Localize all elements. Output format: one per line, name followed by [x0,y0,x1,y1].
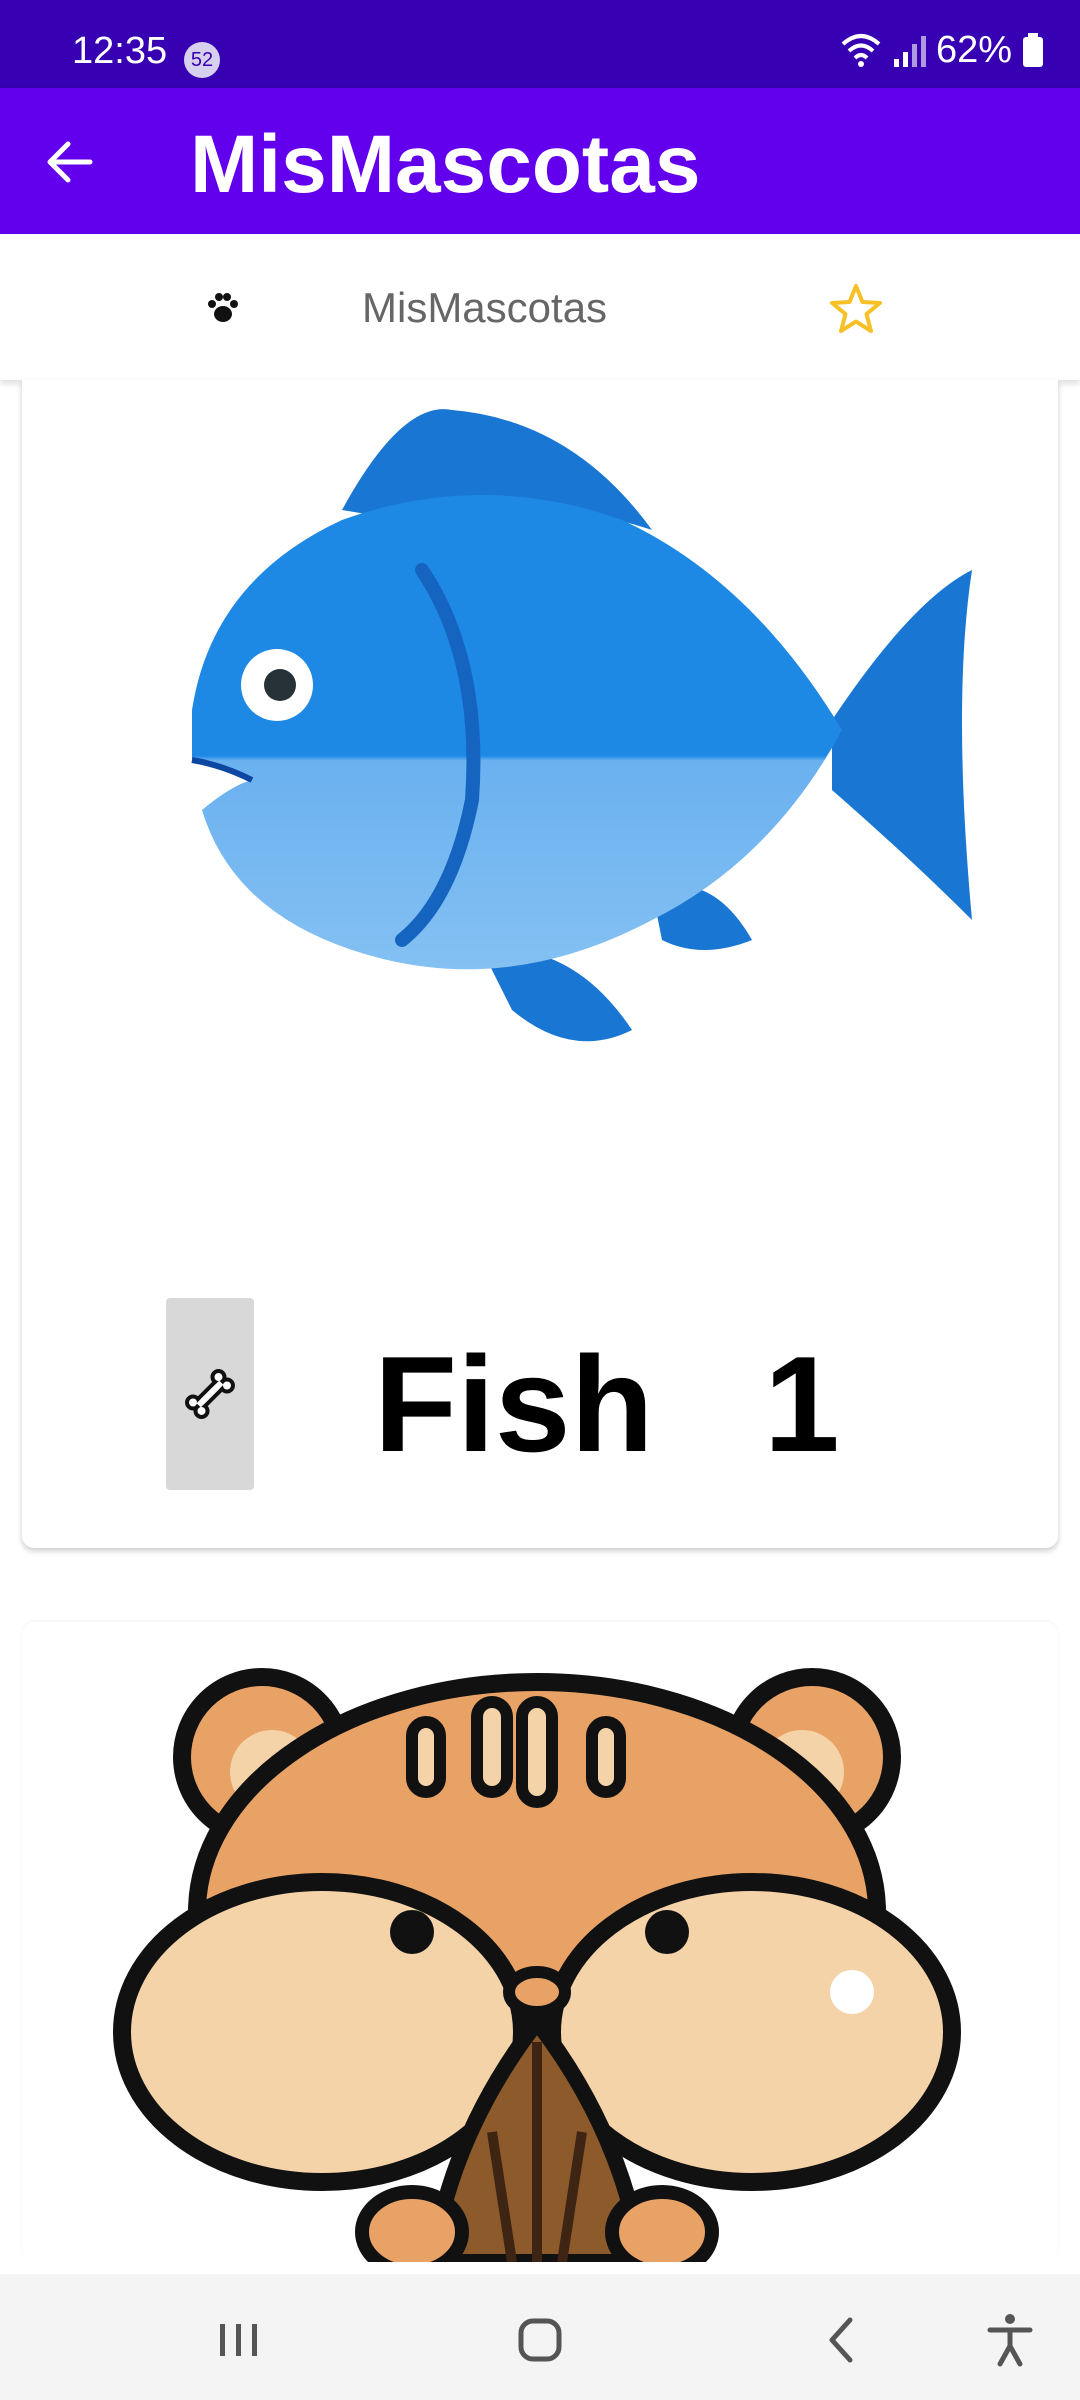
app-bar: MisMascotas [0,88,1080,234]
toolbar-title: MisMascotas [362,284,608,331]
notification-badge: 52 [184,42,220,78]
signal-icon [892,33,926,67]
home-icon[interactable] [510,2310,570,2370]
battery-percent: 62% [935,28,1012,71]
wifi-icon [840,32,882,68]
pet-name: Fish [374,1328,654,1480]
feed-button[interactable] [166,1298,254,1490]
accessibility-icon[interactable] [980,2310,1040,2370]
hamster-image [112,1662,992,2279]
navigation-bar [0,2274,1080,2400]
fish-image [152,380,992,1100]
arrow-back-icon[interactable] [40,132,100,192]
pet-card[interactable] [22,1622,1058,2279]
star-outline-icon[interactable] [826,280,886,340]
recents-icon[interactable] [208,2310,268,2370]
battery-icon [1022,33,1044,67]
status-bar: 12:35 52 62% [0,0,1080,88]
pet-card[interactable]: Fish 1 [22,380,1058,1548]
paw-icon [206,290,240,324]
pet-count: 1 [764,1328,840,1480]
back-icon[interactable] [812,2310,872,2370]
status-time: 12:35 [72,30,168,72]
app-title: MisMascotas [190,119,701,210]
status-icons: 62% [840,28,1044,71]
